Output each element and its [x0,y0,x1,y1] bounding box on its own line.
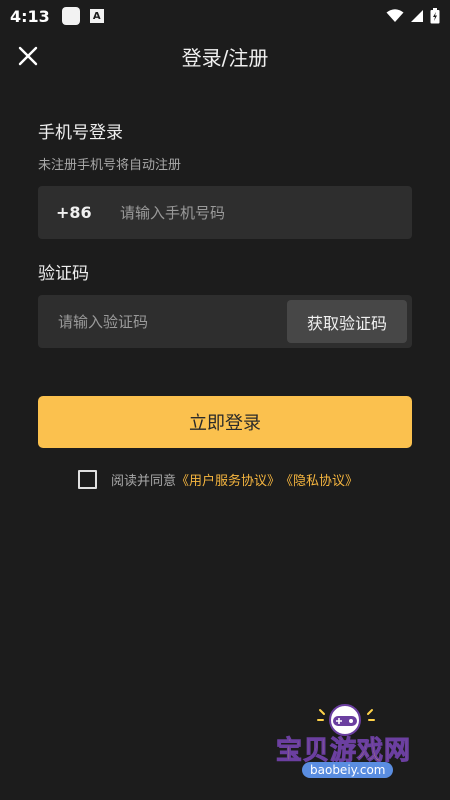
get-code-button[interactable]: 获取验证码 [287,300,407,343]
wifi-icon [386,9,404,22]
phone-login-heading: 手机号登录 [38,123,123,143]
accessibility-badge-icon: A [89,9,104,23]
status-bar: 4:13 A [0,0,450,32]
app-notification-icon [61,7,80,25]
verification-heading: 验证码 [38,264,89,284]
phone-field: +86 [38,186,412,239]
status-time: 4:13 [10,6,50,26]
status-icons [386,8,440,24]
battery-icon [430,8,440,24]
title-bar: 登录/注册 [0,32,450,80]
agreement-prefix: 阅读并同意 [111,473,177,489]
close-button[interactable] [14,42,42,70]
auto-register-hint: 未注册手机号将自动注册 [38,158,182,173]
verification-code-input[interactable] [38,312,287,331]
watermark-url: baobeiy.com [302,762,394,778]
page-title: 登录/注册 [181,45,269,70]
watermark: 宝贝游戏网 baobeiy.com [272,700,422,790]
login-button[interactable]: 立即登录 [38,396,412,448]
country-code[interactable]: +86 [38,203,108,222]
verification-field: 获取验证码 [38,295,412,348]
agreement-row: 阅读并同意 《用户服务协议》 《隐私协议》 [78,469,358,489]
signal-icon [411,10,423,22]
privacy-policy-link[interactable]: 《隐私协议》 [280,470,358,489]
close-icon [18,46,38,66]
phone-input[interactable] [108,203,412,222]
user-agreement-link[interactable]: 《用户服务协议》 [176,470,280,489]
agreement-checkbox[interactable] [78,469,97,489]
